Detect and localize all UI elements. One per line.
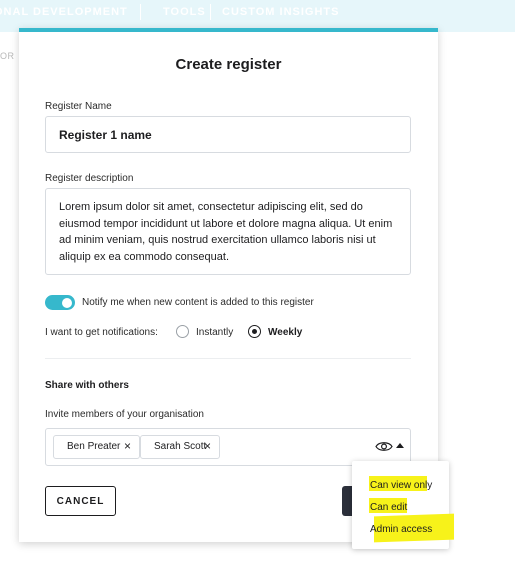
share-section-title: Share with others xyxy=(45,380,129,391)
section-divider xyxy=(45,358,411,359)
nav-item-development[interactable]: ONAL DEVELOPMENT xyxy=(0,6,128,18)
cancel-button[interactable]: CANCEL xyxy=(45,486,116,516)
invite-members-label: Invite members of your organisation xyxy=(45,409,204,420)
notifications-label: I want to get notifications: xyxy=(45,327,158,338)
member-chip-label: Ben Preater xyxy=(67,441,121,452)
radio-weekly[interactable] xyxy=(248,325,261,338)
register-description-textarea[interactable]: Lorem ipsum dolor sit amet, consectetur … xyxy=(45,188,411,275)
close-icon[interactable]: × xyxy=(124,439,131,453)
notify-toggle-label: Notify me when new content is added to t… xyxy=(82,297,314,308)
member-chip: Sarah Scott × xyxy=(140,435,220,459)
modal-title: Create register xyxy=(175,56,282,73)
permissions-dropdown: Can view only Can edit Admin access xyxy=(352,461,454,549)
permission-option-edit[interactable]: Can edit xyxy=(370,502,407,513)
permission-option-view-only[interactable]: Can view only xyxy=(370,480,432,491)
nav-item-tools[interactable]: TOOLS xyxy=(163,6,206,18)
member-chip: Ben Preater × xyxy=(53,435,140,459)
register-description-label: Register description xyxy=(45,173,134,184)
notify-toggle[interactable] xyxy=(45,295,75,310)
register-name-label: Register Name xyxy=(45,101,112,112)
close-icon[interactable]: × xyxy=(204,439,211,453)
caret-up-icon[interactable] xyxy=(396,443,404,448)
radio-instantly[interactable] xyxy=(176,325,189,338)
member-chip-label: Sarah Scott xyxy=(154,441,207,452)
permission-option-admin[interactable]: Admin access xyxy=(370,524,432,535)
radio-instantly-label[interactable]: Instantly xyxy=(196,327,233,338)
nav-item-custom-insights[interactable]: CUSTOM INSIGHTS xyxy=(222,6,339,18)
nav-divider xyxy=(140,4,141,20)
register-name-input[interactable]: Register 1 name xyxy=(45,116,411,153)
eye-icon[interactable] xyxy=(375,440,393,453)
nav-divider xyxy=(210,4,211,20)
radio-weekly-label[interactable]: Weekly xyxy=(268,327,302,338)
background-label-fragment: OR xyxy=(0,51,15,61)
toggle-knob xyxy=(62,297,72,308)
